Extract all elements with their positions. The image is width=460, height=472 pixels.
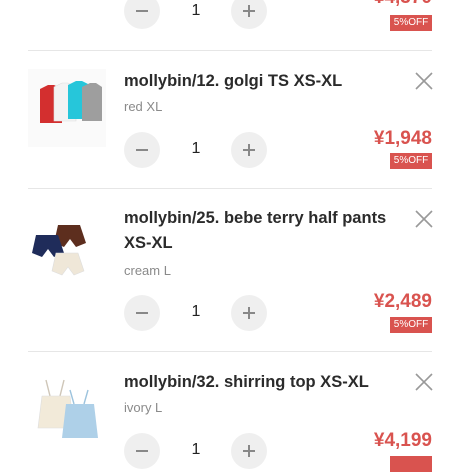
item-price: ¥1,948: [373, 128, 432, 149]
increase-quantity-button[interactable]: [231, 132, 267, 168]
item-price: ¥4,370: [374, 0, 432, 9]
remove-item-button[interactable]: [414, 372, 434, 392]
product-variant: red XL: [124, 99, 163, 114]
close-icon: [415, 373, 433, 391]
discount-badge: [390, 456, 432, 472]
quantity-value: 1: [191, 140, 201, 157]
decrease-quantity-button[interactable]: [124, 433, 160, 469]
product-name[interactable]: mollybin/32. shirring top XS-XL: [124, 370, 399, 395]
decrease-quantity-button[interactable]: [124, 0, 160, 29]
product-variant: ivory L: [124, 400, 163, 415]
product-thumbnail[interactable]: [28, 211, 106, 289]
decrease-quantity-button[interactable]: [124, 132, 160, 168]
minus-icon: [136, 450, 148, 452]
plus-icon: [243, 445, 255, 457]
product-name[interactable]: mollybin/12. golgi TS XS-XL: [124, 69, 399, 94]
quantity-value: 1: [191, 2, 201, 19]
quantity-value: 1: [191, 303, 201, 320]
minus-icon: [136, 312, 148, 314]
cart-item: mollybin/12. golgi TS XS-XL red XL 1 ¥1,…: [0, 51, 460, 188]
item-price: ¥4,199: [373, 430, 432, 451]
quantity-value: 1: [191, 441, 201, 458]
discount-badge: 5%OFF: [390, 153, 432, 169]
product-name[interactable]: mollybin/25. bebe terry half pants XS-XL: [124, 206, 399, 256]
close-icon: [415, 72, 433, 90]
increase-quantity-button[interactable]: [231, 0, 267, 29]
product-variant: cream L: [124, 263, 171, 278]
increase-quantity-button[interactable]: [231, 295, 267, 331]
plus-icon: [243, 5, 255, 17]
minus-icon: [136, 10, 148, 12]
decrease-quantity-button[interactable]: [124, 295, 160, 331]
cart-item: mollybin/32. shirring top XS-XL ivory L …: [0, 352, 460, 472]
product-thumbnail[interactable]: [28, 69, 106, 147]
discount-badge: 5%OFF: [390, 317, 432, 333]
remove-item-button[interactable]: [414, 71, 434, 91]
close-icon: [415, 210, 433, 228]
remove-item-button[interactable]: [414, 209, 434, 229]
cart-item: mollybin/25. bebe terry half pants XS-XL…: [0, 189, 460, 351]
increase-quantity-button[interactable]: [231, 433, 267, 469]
item-price: ¥2,489: [373, 291, 432, 312]
plus-icon: [243, 307, 255, 319]
product-thumbnail[interactable]: [28, 374, 106, 452]
plus-icon: [243, 144, 255, 156]
minus-icon: [136, 149, 148, 151]
cart-item: 1 ¥4,370 5%OFF: [0, 0, 460, 50]
discount-badge: 5%OFF: [390, 15, 432, 31]
